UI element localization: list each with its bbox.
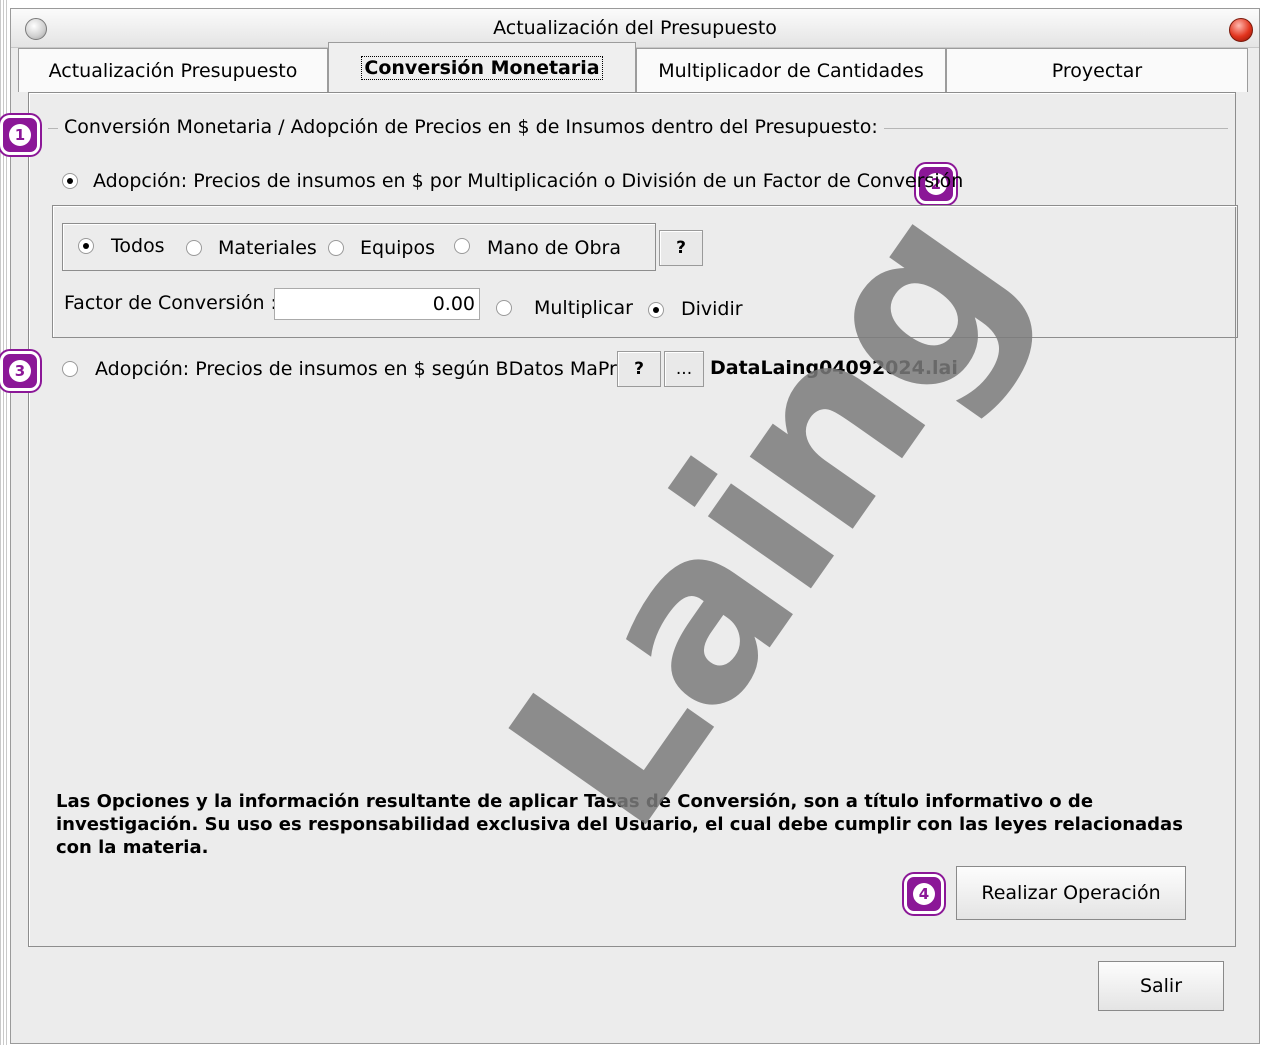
group-legend: Conversión Monetaria / Adopción de Preci… [58,116,884,138]
step-3-badge: 3 [0,351,40,391]
equipos-label: Equipos [360,237,435,259]
option-mapres-radio[interactable] [62,361,78,377]
disclaimer-text: Las Opciones y la información resultante… [56,791,1183,858]
tab-label: Conversión Monetaria [361,55,603,80]
mapres-help-button[interactable]: ? [617,351,661,387]
window-edge [0,0,8,1045]
tab-multiplicador-cantidades[interactable]: Multiplicador de Cantidades [636,48,946,92]
tab-bar: Actualización Presupuesto Conversión Mon… [8,42,1248,92]
mano-obra-radio[interactable] [454,238,470,254]
window-title: Actualización del Presupuesto [493,17,777,39]
dividir-radio[interactable] [648,302,664,318]
close-button[interactable] [1229,18,1253,42]
tab-conversion-monetaria[interactable]: Conversión Monetaria [328,42,636,92]
todos-label: Todos [111,235,165,257]
mano-obra-label: Mano de Obra [487,237,622,259]
todos-radio[interactable] [78,238,94,254]
tab-label: Actualización Presupuesto [48,59,298,82]
factor-input[interactable]: 0.00 [274,288,480,320]
browse-file-button[interactable]: ... [664,351,704,387]
option-factor-label: Adopción: Precios de insumos en $ por Mu… [93,170,964,192]
equipos-radio[interactable] [328,240,344,256]
database-filename: DataLaing04092024.lai [710,357,958,379]
step-1-badge: 1 [0,115,40,155]
step-4-badge: 4 [904,874,944,914]
dividir-label: Dividir [681,298,743,320]
multiplicar-radio[interactable] [496,300,512,316]
realizar-operacion-button[interactable]: Realizar Operación [956,866,1186,920]
tab-actualizacion-presupuesto[interactable]: Actualización Presupuesto [18,48,328,92]
option-mapres-label: Adopción: Precios de insumos en $ según … [95,358,642,380]
materiales-radio[interactable] [186,240,202,256]
tab-proyectar[interactable]: Proyectar [946,48,1248,92]
multiplicar-label: Multiplicar [534,297,633,319]
salir-button[interactable]: Salir [1098,961,1224,1011]
factor-label: Factor de Conversión : [64,292,277,314]
category-help-button[interactable]: ? [659,230,703,266]
materiales-label: Materiales [218,237,317,259]
tab-label: Multiplicador de Cantidades [658,59,924,82]
option-factor-radio[interactable] [62,173,78,189]
tab-label: Proyectar [1051,59,1143,82]
